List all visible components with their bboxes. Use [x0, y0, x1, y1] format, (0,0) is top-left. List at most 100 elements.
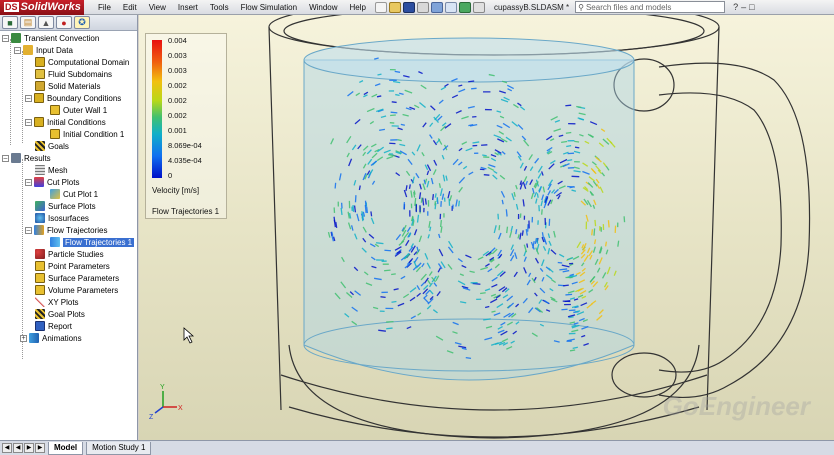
- tree-item-computational-domain[interactable]: Computational Domain: [0, 56, 137, 68]
- expand-icon[interactable]: +: [20, 334, 27, 342]
- menu-insert[interactable]: Insert: [174, 3, 206, 12]
- menu-tools[interactable]: Tools: [206, 3, 237, 12]
- tree-item-point-parameters[interactable]: Point Parameters: [0, 260, 137, 272]
- tree-label: Report: [48, 321, 73, 331]
- print-icon[interactable]: [416, 1, 429, 13]
- collapse-icon[interactable]: –: [25, 178, 32, 186]
- tree-item-initial-condition[interactable]: Initial Condition 1: [0, 128, 137, 140]
- flow-analysis-tab-icon[interactable]: ✪: [74, 16, 90, 29]
- collapse-icon[interactable]: –: [14, 46, 21, 54]
- tree-item-fluid-subdomains[interactable]: Fluid Subdomains: [0, 68, 137, 80]
- options-icon[interactable]: [472, 1, 485, 13]
- display-manager-tab-icon[interactable]: ●: [56, 16, 72, 29]
- prev-tab-icon[interactable]: ◀: [13, 443, 23, 453]
- new-document-icon[interactable]: [374, 1, 387, 13]
- trajectory-arrow: [390, 111, 398, 114]
- property-manager-tab-icon[interactable]: ▤: [20, 16, 36, 29]
- trajectory-arrow: [380, 296, 386, 299]
- tree-item-report[interactable]: Report: [0, 320, 137, 332]
- tree-item-flow-trajectories[interactable]: – Flow Trajectories: [0, 224, 137, 236]
- window-controls: ? – □: [733, 2, 754, 12]
- collapse-icon[interactable]: –: [2, 34, 9, 42]
- solidworks-logo[interactable]: DS SolidWorks: [0, 0, 84, 15]
- tree-label: Outer Wall 1: [63, 105, 108, 115]
- tree-item-goals[interactable]: Goals: [0, 140, 137, 152]
- tree-label: Point Parameters: [48, 261, 110, 271]
- help-icon[interactable]: ?: [733, 2, 738, 12]
- trajectory-arrow: [394, 70, 401, 73]
- graphics-viewport[interactable]: Y X Z 0.004 0.003 0.003 0.002 0.002 0.00…: [139, 15, 834, 440]
- tree-item-boundary-conditions[interactable]: – Boundary Conditions: [0, 92, 137, 104]
- legend-tick: 0.003: [168, 66, 187, 75]
- trajectory-arrow: [375, 242, 384, 245]
- menu-view[interactable]: View: [145, 3, 174, 12]
- tree-item-solid-materials[interactable]: Solid Materials: [0, 80, 137, 92]
- tab-model[interactable]: Model: [48, 441, 84, 455]
- next-tab-icon[interactable]: ▶: [24, 443, 34, 453]
- rebuild-icon[interactable]: [458, 1, 471, 13]
- collapse-icon[interactable]: –: [25, 118, 32, 126]
- save-icon[interactable]: [402, 1, 415, 13]
- undo-icon[interactable]: [430, 1, 443, 13]
- tree-item-isosurfaces[interactable]: Isosurfaces: [0, 212, 137, 224]
- select-icon[interactable]: [444, 1, 457, 13]
- trajectory-arrow: [472, 282, 481, 285]
- tree-item-surface-parameters[interactable]: Surface Parameters: [0, 272, 137, 284]
- last-tab-icon[interactable]: ▶: [35, 443, 45, 453]
- velocity-legend[interactable]: 0.004 0.003 0.003 0.002 0.002 0.002 0.00…: [145, 33, 227, 219]
- tree-item-initial-conditions[interactable]: – Initial Conditions: [0, 116, 137, 128]
- feature-manager-tab-icon[interactable]: ■: [2, 16, 18, 29]
- tree-item-results[interactable]: – Results: [0, 152, 137, 164]
- trajectory-arrow: [386, 327, 393, 330]
- tree-item-goal-plots[interactable]: Goal Plots: [0, 308, 137, 320]
- trajectory-arrow: [483, 174, 490, 176]
- tree-item-flow-trajectory-selected[interactable]: Flow Trajectories 1: [0, 236, 137, 248]
- tree-item-cut-plot[interactable]: Cut Plot 1: [0, 188, 137, 200]
- tree-item-volume-parameters[interactable]: Volume Parameters: [0, 284, 137, 296]
- menu-file[interactable]: File: [94, 3, 119, 12]
- folder-icon: [23, 45, 33, 55]
- trajectory-arrow: [366, 206, 369, 214]
- restore-icon[interactable]: □: [749, 2, 754, 12]
- collapse-icon[interactable]: –: [25, 226, 32, 234]
- configuration-manager-tab-icon[interactable]: ▲: [38, 16, 54, 29]
- trajectory-arrow: [501, 199, 504, 205]
- trajectory-arrow: [482, 154, 487, 157]
- tree-label: Solid Materials: [48, 81, 101, 91]
- open-folder-icon[interactable]: [388, 1, 401, 13]
- tree-item-particle-studies[interactable]: Particle Studies: [0, 248, 137, 260]
- trajectory-arrow: [333, 216, 336, 223]
- first-tab-icon[interactable]: ◀: [2, 443, 12, 453]
- menu-flow-simulation[interactable]: Flow Simulation: [237, 3, 305, 12]
- trajectory-arrow: [498, 225, 501, 231]
- tree-item-animations[interactable]: + Animations: [0, 332, 137, 344]
- surface-parameter-icon: [35, 273, 45, 283]
- collapse-icon[interactable]: –: [25, 94, 32, 102]
- tree-item-mesh[interactable]: Mesh: [0, 164, 137, 176]
- tree-item-input-data[interactable]: – Input Data: [0, 44, 137, 56]
- tree-item-cut-plots[interactable]: – Cut Plots: [0, 176, 137, 188]
- tree-item-xy-plots[interactable]: XY Plots: [0, 296, 137, 308]
- tree-label: Cut Plots: [47, 177, 80, 187]
- trajectory-arrow: [391, 273, 396, 276]
- trajectory-arrow: [361, 216, 364, 222]
- search-placeholder: Search files and models: [585, 2, 672, 12]
- menu-help[interactable]: Help: [346, 3, 374, 12]
- menu-window[interactable]: Window: [305, 3, 345, 12]
- tree-label: Flow Trajectories: [47, 225, 108, 235]
- cup-model-3d-view[interactable]: Y X Z: [139, 15, 834, 440]
- tree-item-surface-plots[interactable]: Surface Plots: [0, 200, 137, 212]
- menu-edit[interactable]: Edit: [119, 3, 145, 12]
- collapse-icon[interactable]: –: [2, 154, 9, 162]
- domain-icon: [35, 57, 45, 67]
- tree-item-transient-convection[interactable]: – Transient Convection: [0, 32, 137, 44]
- trajectory-arrow: [563, 284, 569, 287]
- tab-motion-study[interactable]: Motion Study 1: [86, 441, 152, 455]
- legend-color-bar: [152, 40, 162, 178]
- minimize-icon[interactable]: –: [741, 2, 746, 12]
- trajectory-arrow: [565, 104, 572, 107]
- search-field[interactable]: ⚲ Search files and models: [575, 1, 726, 13]
- tree-item-outer-wall[interactable]: Outer Wall 1: [0, 104, 137, 116]
- boundary-condition-icon: [34, 93, 44, 103]
- trajectory-arrow: [565, 131, 572, 134]
